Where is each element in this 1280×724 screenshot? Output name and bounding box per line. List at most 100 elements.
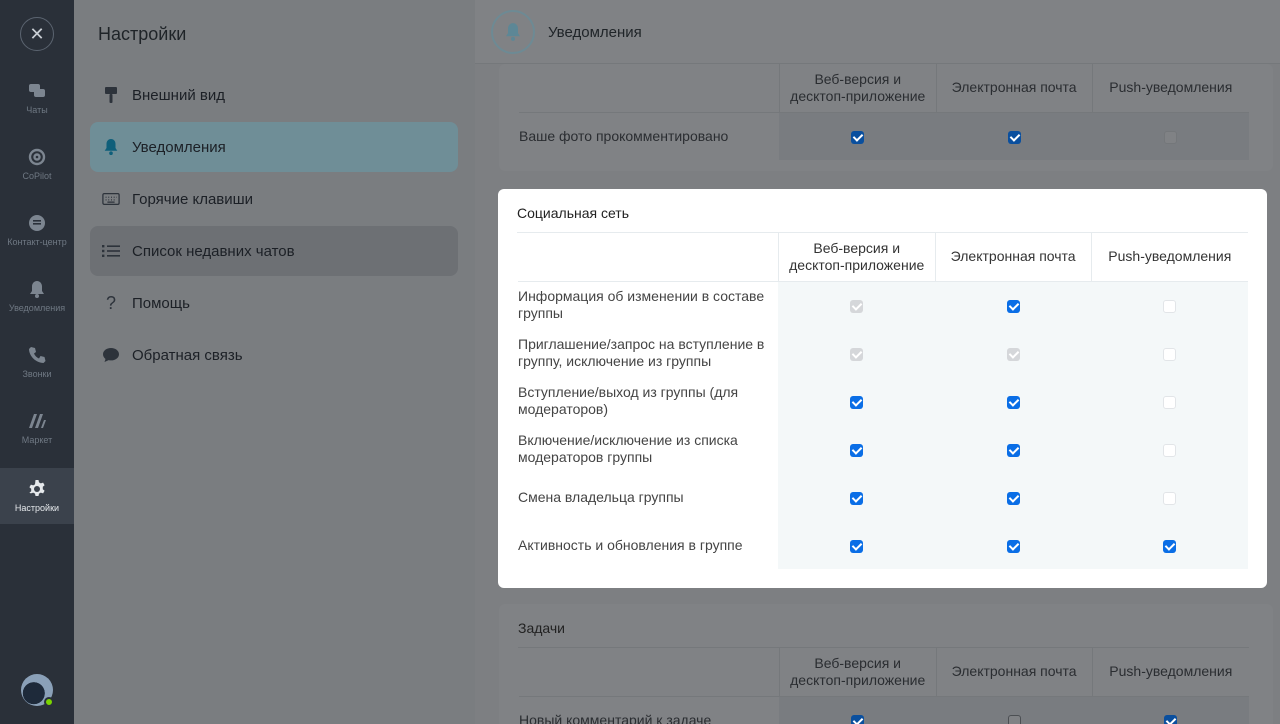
col-web: Веб-версия и десктоп-приложение [778,648,937,696]
checkbox-email[interactable] [1006,395,1020,409]
sidebar-item-label: Горячие клавиши [132,190,254,208]
sidebar-item-feedback[interactable]: Обратная связь [90,330,458,380]
keyboard-icon [102,190,120,208]
checkbox-email[interactable] [1006,491,1020,505]
settings-sidebar: Настройки Внешний вид Уведомления Горячи… [74,0,475,724]
question-icon: ? [105,292,116,313]
checkbox-push[interactable] [1163,539,1177,553]
checkbox-email[interactable] [1006,300,1020,314]
social-table: Веб-версия и десктоп-приложение Электронн… [517,233,1248,569]
page-header: Уведомления [475,0,1280,64]
rail-item-label: Чаты [26,105,48,115]
checkbox-push [1163,300,1177,314]
sidebar-item-label: Внешний вид [132,86,225,104]
row-label: Ваше фото прокомментировано [519,127,729,144]
checkbox-web[interactable] [850,443,864,457]
table-header-row: Веб-версия и десктоп-приложение Электронн… [517,233,1248,281]
rail-item-label: Настройки [14,503,60,513]
phone-icon [27,345,47,365]
tasks-section: Задачи Веб-версия и десктоп-приложение Эл… [499,604,1273,724]
row-label: Информация об изменении в составе группы [518,288,765,322]
checkbox-web[interactable] [851,715,865,724]
checkbox-push [1163,491,1177,505]
row-label: Включение/исключение из списка модераторо… [518,432,738,465]
table-row: Смена владельца группы [518,473,1248,521]
section-title: Задачи [518,620,566,636]
checkbox-web[interactable] [850,539,864,553]
table-header-row: Веб-версия и десктоп-приложение Электронн… [518,64,1249,112]
social-network-section: Социальная сеть Веб-версия и десктоп-прил… [498,189,1267,588]
rail-item-label: CoPilot [22,171,52,181]
col-web: Веб-версия и десктоп-приложение [777,233,936,281]
tasks-table: Веб-версия и десктоп-приложение Электронн… [518,648,1249,724]
list-icon [102,242,120,260]
photo-section: Веб-версия и десктоп-приложение Электронн… [499,64,1273,171]
rail-item-contact-center[interactable]: Контакт-центр [0,202,74,258]
close-button[interactable]: ✕ [20,17,54,51]
chats-icon [27,81,47,101]
close-icon: ✕ [29,23,45,44]
bell-icon [27,279,47,299]
checkbox-web [850,347,864,361]
row-label: Приглашение/запрос на вступление в группу… [518,336,765,369]
rail-item-settings[interactable]: Настройки [0,468,74,524]
checkbox-push [1163,443,1177,457]
table-row: Вступление/выход из группы (для модератор… [518,377,1248,425]
table-row: Включение/исключение из списка модераторо… [518,425,1248,473]
header-bell-icon [491,10,535,54]
bell-icon [102,138,120,156]
rail-item-chats[interactable]: Чаты [0,70,74,126]
sidebar-item-recent-chats[interactable]: Список недавних чатов [90,226,458,276]
table-row: Активность и обновления в группе [518,521,1248,569]
table-row: Информация об изменении в составе группы [518,281,1248,329]
col-push: Push-уведомления [1091,64,1249,112]
row-label: Вступление/выход из группы (для модератор… [518,384,739,417]
market-icon [27,411,47,431]
checkbox-push [1163,347,1177,361]
checkbox-web[interactable] [851,131,865,145]
checkbox-web[interactable] [850,395,864,409]
table-row: Новый комментарий к задаче [519,696,1249,724]
sidebar-item-help[interactable]: ? Помощь [90,278,458,328]
sidebar-item-notifications[interactable]: Уведомления [90,122,458,172]
app-rail: ✕ Чаты CoPilot Контакт-центр Уведомления… [0,0,74,724]
checkbox-email [1006,347,1020,361]
sidebar-item-label: Список недавних чатов [132,242,295,260]
checkbox-web [850,300,864,314]
sidebar-item-appearance[interactable]: Внешний вид [90,70,458,120]
checkbox-email[interactable] [1006,539,1020,553]
photo-table: Веб-версия и десктоп-приложение Электронн… [518,64,1249,160]
contact-center-icon [27,213,47,233]
main-panel: Уведомления Веб-версия и десктоп-приложен… [475,0,1280,724]
sidebar-item-label: Уведомления [132,138,226,156]
sidebar-item-label: Помощь [132,294,190,312]
col-email: Электронная почта [935,648,1093,696]
sidebar-item-hotkeys[interactable]: Горячие клавиши [90,174,458,224]
copilot-icon [27,147,47,167]
rail-item-notifications[interactable]: Уведомления [0,268,74,324]
col-web: Веб-версия и десктоп-приложение [778,64,937,112]
gear-icon [27,479,47,499]
table-row: Приглашение/запрос на вступление в группу… [518,329,1248,377]
checkbox-email[interactable] [1007,715,1021,724]
table-row: Ваше фото прокомментировано [519,112,1249,160]
sidebar-item-label: Обратная связь [132,346,243,364]
checkbox-push [1164,131,1178,145]
col-push: Push-уведомления [1090,233,1248,281]
checkbox-email[interactable] [1007,131,1021,145]
checkbox-push [1163,395,1177,409]
row-label: Активность и обновления в группе [518,536,743,553]
checkbox-email[interactable] [1006,443,1020,457]
rail-item-market[interactable]: Маркет [0,400,74,456]
checkbox-push[interactable] [1164,715,1178,724]
page-title: Уведомления [548,24,642,41]
col-push: Push-уведомления [1091,648,1249,696]
checkbox-web[interactable] [850,491,864,505]
sidebar-title: Настройки [98,24,187,44]
rail-item-calls[interactable]: Звонки [0,334,74,390]
rail-item-copilot[interactable]: CoPilot [0,136,74,192]
chat-bubble-icon [102,346,120,364]
brush-icon [102,86,120,104]
avatar[interactable] [21,674,54,707]
row-label: Новый комментарий к задаче [519,711,712,724]
